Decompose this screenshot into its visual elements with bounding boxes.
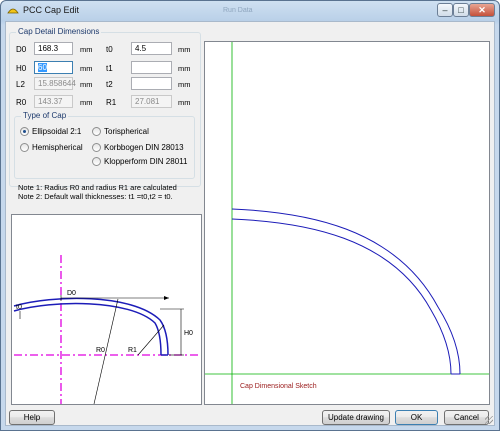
t1-label: t1 bbox=[106, 64, 113, 73]
cap-dimensional-sketch-panel: Cap Dimensional Sketch bbox=[204, 41, 490, 405]
cap-app-icon bbox=[7, 8, 19, 14]
radio-korbbogen-label[interactable]: Korbbogen DIN 28013 bbox=[104, 143, 184, 152]
note-2: Note 2: Default wall thicknesses: t1 =t0… bbox=[18, 192, 173, 201]
t1-unit: mm bbox=[178, 64, 191, 73]
dialog-client-area: Cap Detail Dimensions D0 168.3 mm t0 4.5… bbox=[5, 21, 495, 426]
radio-hemispherical[interactable] bbox=[20, 143, 29, 152]
d0-input[interactable]: 168.3 bbox=[34, 42, 73, 55]
update-drawing-button[interactable]: Update drawing bbox=[322, 410, 390, 425]
radio-torispherical-label[interactable]: Torispherical bbox=[104, 127, 149, 136]
sketch-caption: Cap Dimensional Sketch bbox=[240, 383, 317, 390]
type-of-cap-label: Type of Cap bbox=[21, 111, 69, 120]
title-bar[interactable]: PCC Cap Edit Run Data ‒ □ ✕ bbox=[1, 1, 499, 21]
radio-ellipsoidal-label[interactable]: Ellipsoidal 2:1 bbox=[32, 127, 81, 136]
r1-unit: mm bbox=[178, 98, 191, 107]
h0-label: H0 bbox=[16, 64, 27, 73]
ref-d0-label: D0 bbox=[67, 290, 76, 297]
help-button[interactable]: Help bbox=[9, 410, 55, 425]
background-window-title: Run Data bbox=[223, 7, 253, 14]
reference-sketch-panel: D0 t0 H0 R0 R1 bbox=[11, 214, 202, 405]
ref-r0-label: R0 bbox=[96, 347, 105, 354]
ref-t0-label: t0 bbox=[16, 304, 22, 311]
r0-unit: mm bbox=[80, 98, 93, 107]
resize-grip[interactable] bbox=[485, 416, 493, 424]
sketch-cap-outer-profile bbox=[231, 208, 461, 375]
h0-input[interactable]: 60 bbox=[34, 61, 73, 74]
l2-input: 15.858644 bbox=[34, 77, 76, 90]
cap-dimensional-sketch: Cap Dimensional Sketch bbox=[205, 42, 489, 404]
minimize-button[interactable]: ‒ bbox=[437, 3, 453, 17]
cap-detail-dimensions-label: Cap Detail Dimensions bbox=[16, 27, 102, 36]
t2-input[interactable] bbox=[131, 77, 172, 90]
cap-inner-profile bbox=[13, 302, 162, 356]
d0-label: D0 bbox=[16, 45, 27, 54]
ref-h0-label: H0 bbox=[184, 330, 193, 337]
t1-input[interactable] bbox=[131, 61, 172, 74]
radio-hemispherical-label[interactable]: Hemispherical bbox=[32, 143, 83, 152]
d0-arrow bbox=[164, 296, 169, 300]
sketch-cap-inner-profile bbox=[231, 218, 452, 375]
r0-label: R0 bbox=[16, 98, 27, 107]
ok-button[interactable]: OK bbox=[395, 410, 438, 425]
radio-torispherical[interactable] bbox=[92, 127, 101, 136]
cap-edit-window: PCC Cap Edit Run Data ‒ □ ✕ Cap Detail D… bbox=[0, 0, 500, 431]
t2-label: t2 bbox=[106, 80, 113, 89]
cancel-button[interactable]: Cancel bbox=[444, 410, 489, 425]
radio-klopperform[interactable] bbox=[92, 157, 101, 166]
note-1: Note 1: Radius R0 and radius R1 are calc… bbox=[18, 183, 177, 192]
r1-label: R1 bbox=[106, 98, 117, 107]
h0-input-value: 60 bbox=[38, 63, 47, 72]
t0-label: t0 bbox=[106, 45, 113, 54]
t0-unit: mm bbox=[178, 45, 191, 54]
r1-input: 27.081 bbox=[131, 95, 172, 108]
l2-label: L2 bbox=[16, 80, 25, 89]
close-button[interactable]: ✕ bbox=[469, 3, 495, 17]
l2-unit: mm bbox=[80, 80, 93, 89]
t0-input[interactable]: 4.5 bbox=[131, 42, 172, 55]
h0-unit: mm bbox=[80, 64, 93, 73]
radio-klopperform-label[interactable]: Klopperform DIN 28011 bbox=[104, 157, 187, 166]
t2-unit: mm bbox=[178, 80, 191, 89]
radio-korbbogen[interactable] bbox=[92, 143, 101, 152]
ref-r1-label: R1 bbox=[128, 347, 137, 354]
window-title: PCC Cap Edit bbox=[23, 5, 80, 15]
radio-ellipsoidal[interactable] bbox=[20, 127, 29, 136]
r0-input: 143.37 bbox=[34, 95, 73, 108]
d0-unit: mm bbox=[80, 45, 93, 54]
maximize-button[interactable]: □ bbox=[453, 3, 469, 17]
reference-sketch-drawing: D0 t0 H0 R0 R1 bbox=[13, 255, 201, 405]
